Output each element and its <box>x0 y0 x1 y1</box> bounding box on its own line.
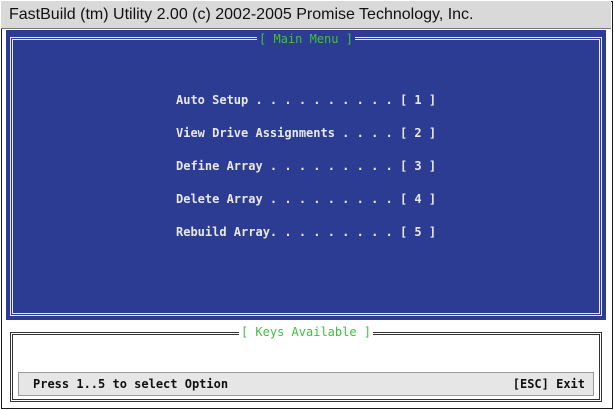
window-title: FastBuild (tm) Utility 2.00 (c) 2002-200… <box>1 1 611 29</box>
status-hint: Press 1..5 to select Option <box>33 377 229 391</box>
esc-exit-key[interactable]: [ESC] Exit <box>513 373 585 395</box>
menu-item-delete-array[interactable]: Delete Array . . . . . . . . . [ 4 ] <box>176 190 476 208</box>
menu-item-define-array[interactable]: Define Array . . . . . . . . . [ 3 ] <box>176 157 476 175</box>
menu-item-view-drive-assignments[interactable]: View Drive Assignments . . . . [ 2 ] <box>176 124 476 142</box>
menu-item-rebuild-array[interactable]: Rebuild Array. . . . . . . . . [ 5 ] <box>176 223 476 241</box>
main-menu-border <box>10 37 602 316</box>
menu-item-auto-setup[interactable]: Auto Setup . . . . . . . . . . [ 1 ] <box>176 91 476 109</box>
keys-panel-title: [ Keys Available ] <box>238 325 374 339</box>
keys-title-wrap: [ Keys Available ] <box>6 325 606 339</box>
main-menu-panel: [ Main Menu ] Auto Setup . . . . . . . .… <box>6 30 606 320</box>
status-bar: Press 1..5 to select Option [ESC] Exit <box>18 372 594 396</box>
keys-available-panel: [ Keys Available ] Press 1..5 to select … <box>6 325 606 404</box>
